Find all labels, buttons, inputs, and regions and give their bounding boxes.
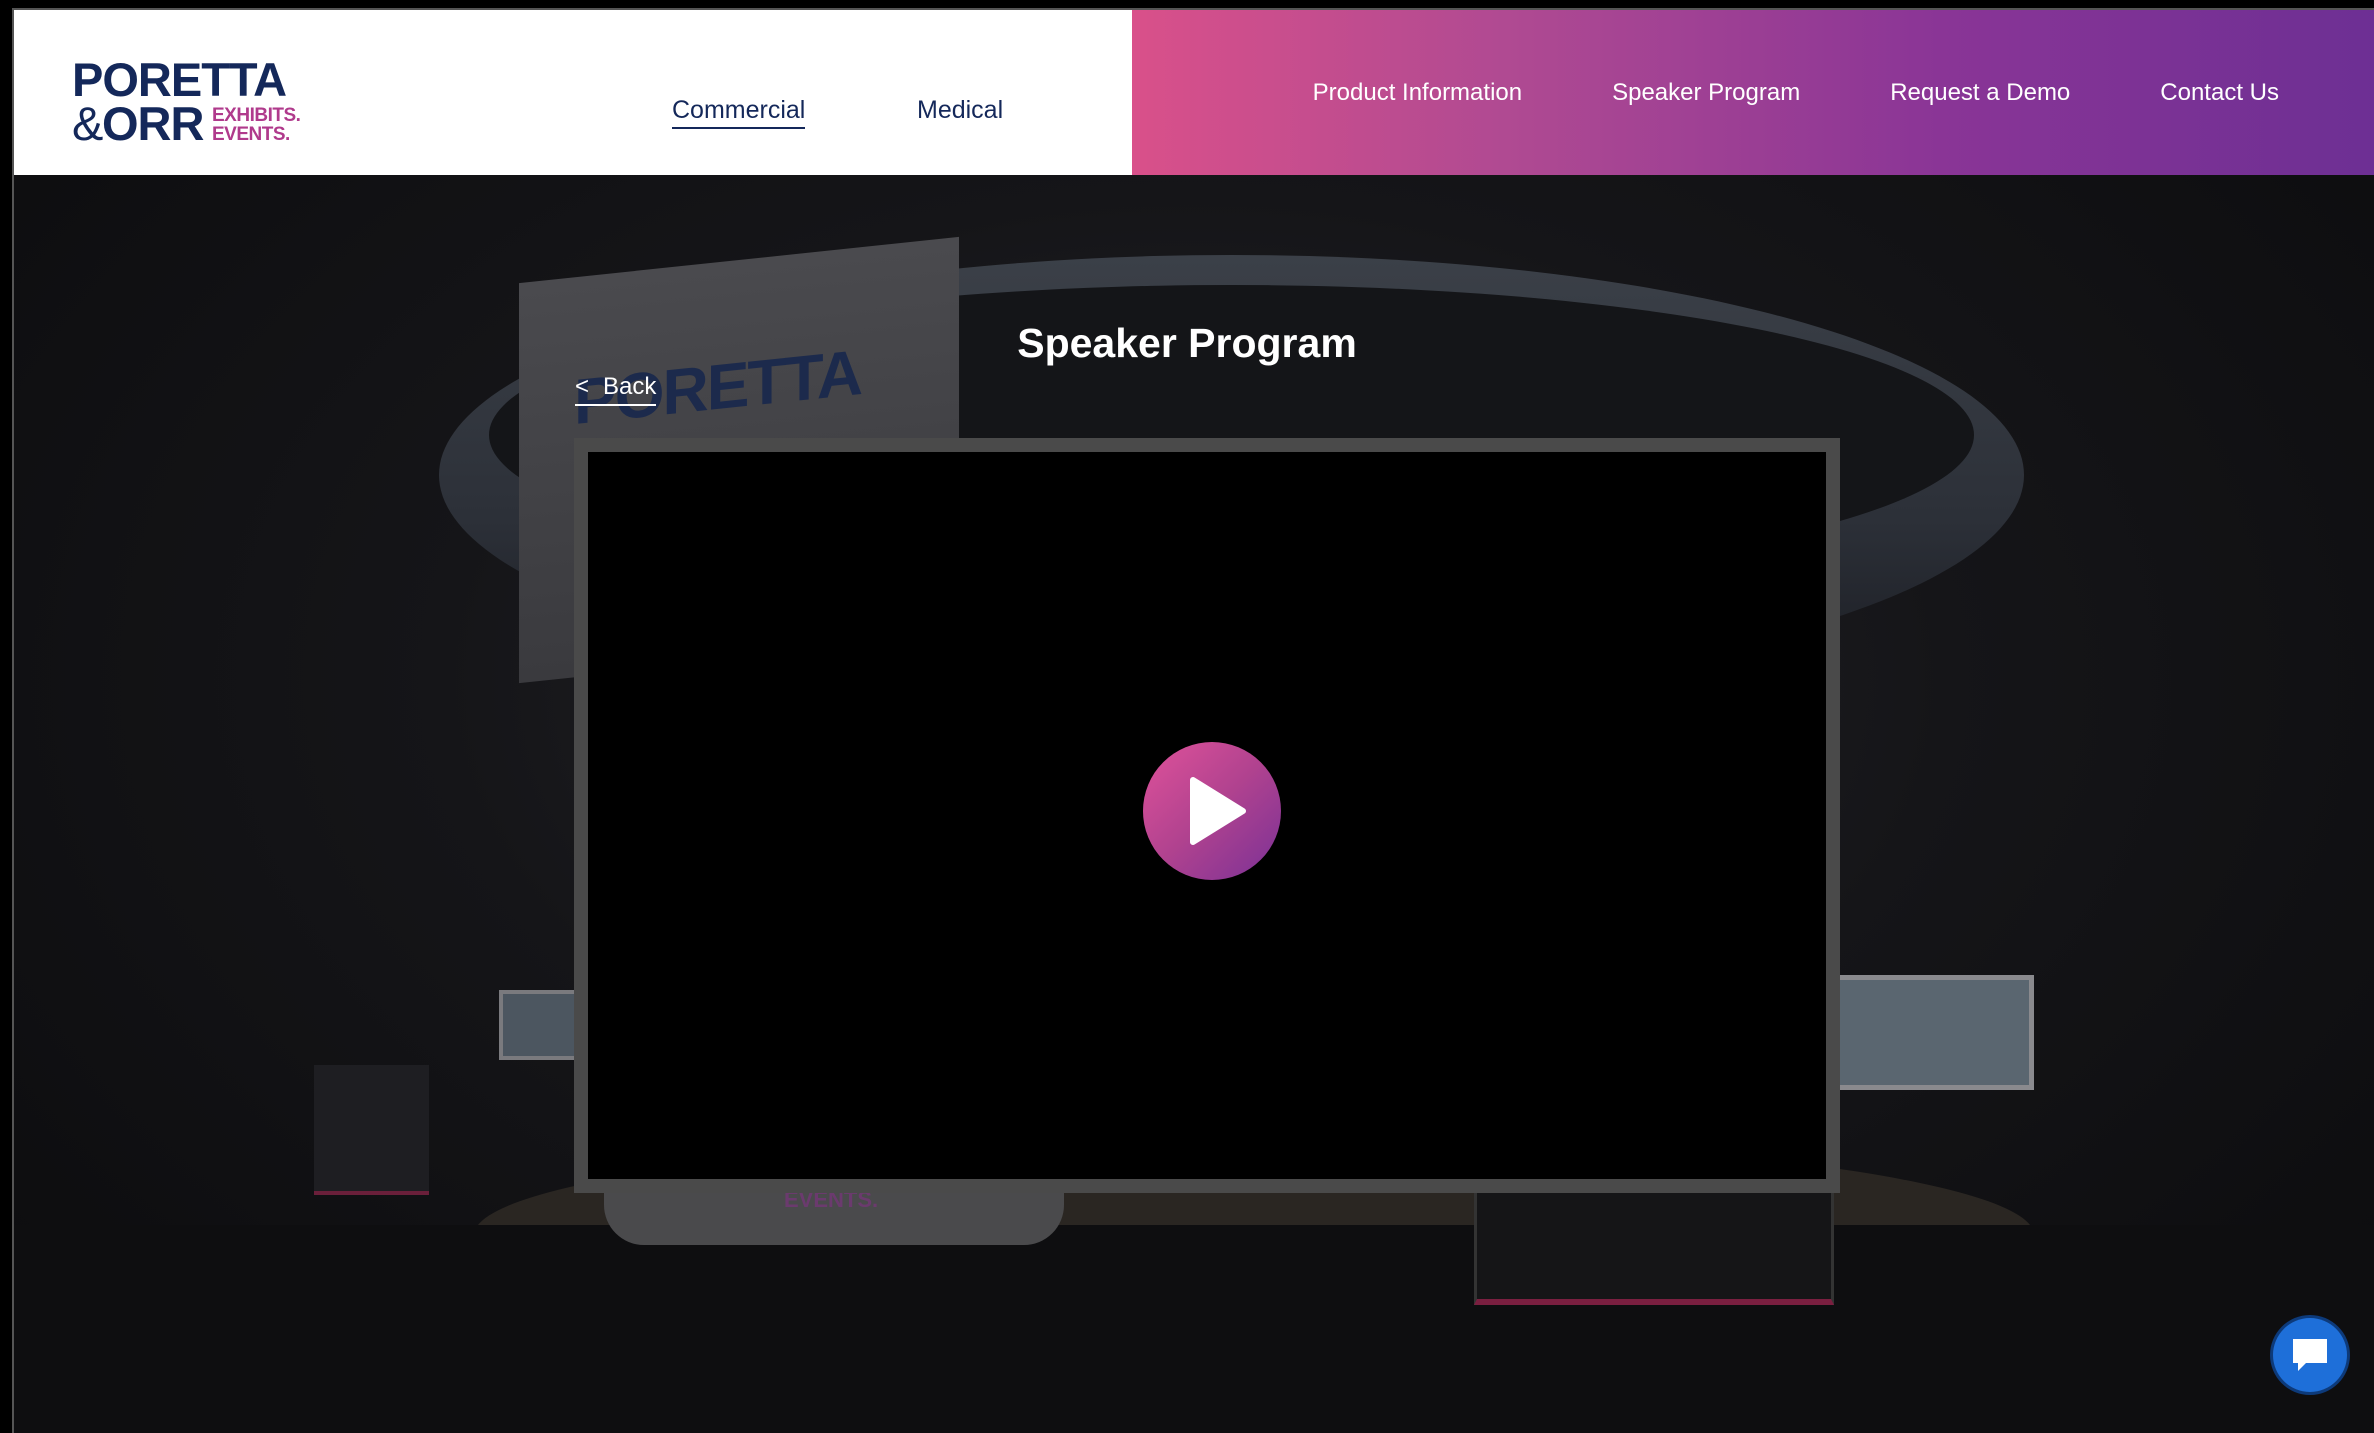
booth-podium (314, 1065, 429, 1195)
logo-line-orr: ORR (102, 97, 204, 150)
header-left-panel: PORETTA & ORR EXHIBITS. EVENTS. Commerci… (14, 10, 1132, 175)
back-arrow-icon: < (575, 373, 590, 400)
nav-speaker-program[interactable]: Speaker Program (1612, 79, 1800, 107)
logo-exhibits: EXHIBITS. (212, 105, 301, 126)
booth-monitor-right (1834, 975, 2034, 1090)
booth-kiosk (1474, 1185, 1834, 1305)
logo-ampersand: & (72, 97, 104, 150)
play-icon (1190, 777, 1246, 845)
exhibit-floor (14, 1225, 2374, 1433)
logo-line-poretta: PORETTA (72, 53, 287, 106)
back-link[interactable]: < Back (575, 373, 657, 406)
logo-exhibits-events: EXHIBITS. EVENTS. (212, 105, 301, 145)
site-header: PORETTA & ORR EXHIBITS. EVENTS. Commerci… (14, 10, 2374, 175)
header-right-nav: Product Information Speaker Program Requ… (1132, 10, 2374, 175)
poretta-orr-logo[interactable]: PORETTA & ORR EXHIBITS. EVENTS. (72, 53, 322, 150)
back-label: Back (603, 373, 657, 400)
nav-commercial[interactable]: Commercial (672, 96, 806, 129)
nav-request-demo[interactable]: Request a Demo (1890, 79, 2070, 107)
nav-product-information[interactable]: Product Information (1313, 79, 1522, 107)
logo-events: EVENTS. (212, 124, 290, 145)
chat-button[interactable] (2273, 1318, 2347, 1392)
nav-medical[interactable]: Medical (917, 96, 1003, 125)
video-viewport[interactable] (588, 452, 1826, 1179)
play-button[interactable] (1143, 742, 1281, 880)
video-player (574, 438, 1840, 1193)
chat-icon (2293, 1339, 2327, 1371)
nav-contact-us[interactable]: Contact Us (2160, 79, 2279, 107)
page-title: Speaker Program (1017, 320, 1357, 366)
